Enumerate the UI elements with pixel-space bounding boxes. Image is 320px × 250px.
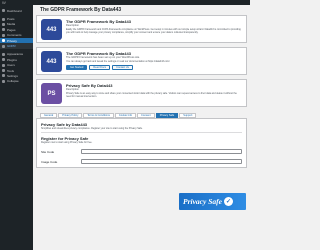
sidebar-item-label: Media: [7, 22, 16, 27]
card-description: Privacy Safe is an easy way to store and…: [66, 91, 237, 98]
gdpr-intro-card: 443 The GDPR Framework By Data443 Descri…: [36, 15, 247, 43]
brush-icon: [2, 52, 5, 56]
sidebar-item-label: Plugins: [7, 57, 17, 62]
sidebar-item-label: Users: [7, 63, 15, 68]
card-header: 443 The GDPR Framework By Data443 Descri…: [37, 16, 246, 42]
register-description: Register now to start using Privacy Safe…: [41, 141, 93, 145]
contact-us-button[interactable]: Contact Us: [112, 64, 133, 70]
sidebar-item-label: Tools: [7, 68, 15, 73]
sidebar-item-label: GDPR: [7, 44, 16, 49]
user-icon: [2, 63, 5, 67]
sidebar-item-label: Posts: [7, 17, 15, 22]
media-icon: [2, 22, 5, 26]
site-code-input[interactable]: [81, 149, 242, 155]
tab-privacy-policy[interactable]: Privacy Policy: [58, 113, 83, 118]
sidebar-item-label: Collapse: [7, 79, 19, 84]
card-description: Easily the GDPR Framework and CCPA Frame…: [66, 27, 241, 34]
page-title: The GDPR Framework By Data443: [40, 7, 122, 13]
sidebar-item-label: Settings: [7, 73, 18, 78]
tab-support[interactable]: Support: [179, 113, 197, 118]
wrench-icon: [2, 69, 5, 73]
data443-logo: 443: [41, 51, 62, 72]
pin-icon: [2, 17, 5, 21]
sidebar-collapse[interactable]: Collapse: [0, 79, 33, 84]
card-header-text: The GDPR Framework By Data443 The GDPR F…: [66, 51, 242, 72]
privacy-safe-banner: Privacy Safe ✓: [179, 193, 246, 210]
site-code-label: Site Code: [41, 149, 55, 154]
image-code-input[interactable]: [81, 159, 242, 165]
card-description: You can always go back and tweak the set…: [66, 59, 170, 63]
sidebar-item-label: Comments: [7, 33, 22, 38]
tab-terms[interactable]: Terms & Conditions: [83, 113, 114, 118]
tab-privacy-safe[interactable]: Privacy Safe: [155, 113, 179, 118]
card-header-text: Privacy Safe By Data443 Description Priv…: [66, 83, 242, 104]
card-header-text: The GDPR Framework By Data443 Descriptio…: [66, 19, 242, 40]
get-started-button[interactable]: Get Started: [66, 64, 88, 70]
image-code-row: Image Code: [41, 159, 242, 165]
divider: [41, 132, 242, 134]
tab-general[interactable]: General: [40, 113, 58, 118]
read-docs-button[interactable]: Read Docs: [89, 64, 111, 70]
button-group: Get Started Read Docs Contact Us: [66, 64, 242, 70]
sidebar-item-label: Pages: [7, 27, 16, 32]
plugin-icon: [2, 58, 5, 62]
banner-text: Privacy Safe: [183, 197, 222, 206]
data443-logo: 443: [41, 19, 62, 40]
safe-check-icon: ✓: [223, 197, 233, 206]
page-icon: [2, 28, 5, 32]
admin-sidebar: Dashboard Posts Media Pages Comments Pri…: [0, 5, 33, 250]
privacy-safe-section: Privacy Safe by Data443 Simplifies and s…: [36, 118, 247, 169]
gdpr-setup-card: 443 The GDPR Framework By Data443 The GD…: [36, 47, 247, 75]
section-description: Simplifies and streamlines privacy compl…: [41, 127, 143, 130]
card-header: PS Privacy Safe By Data443 Description P…: [37, 80, 246, 106]
shield-icon: [2, 39, 5, 43]
privacy-safe-logo: PS: [41, 83, 62, 104]
settings-icon: [2, 74, 5, 78]
comment-icon: [2, 33, 5, 37]
sidebar-item-label: Dashboard: [7, 8, 22, 13]
tab-consent[interactable]: Consent: [137, 113, 155, 118]
collapse-icon: [2, 79, 5, 83]
lock-icon: [2, 44, 5, 48]
site-code-row: Site Code: [41, 149, 242, 155]
sidebar-item-label: Privacy: [7, 38, 17, 43]
tab-cookie-info[interactable]: Cookie Info: [114, 113, 137, 118]
dashboard-icon: [2, 9, 5, 13]
settings-tabs: General Privacy Policy Terms & Condition…: [36, 111, 247, 118]
sidebar-item-label: Appearance: [7, 52, 24, 57]
image-code-label: Image Code: [41, 159, 58, 164]
card-header: 443 The GDPR Framework By Data443 The GD…: [37, 48, 246, 74]
main-content: The GDPR Framework By Data443 443 The GD…: [36, 5, 247, 169]
privacy-safe-card: PS Privacy Safe By Data443 Description P…: [36, 79, 247, 107]
